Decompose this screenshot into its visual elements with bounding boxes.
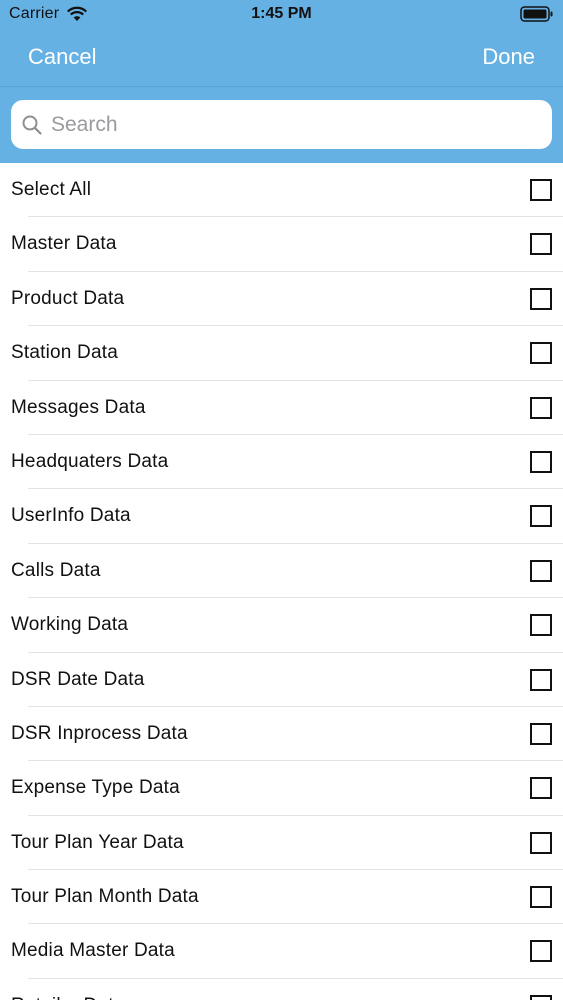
- header: Carrier 1:45 PM Cancel Done: [0, 0, 563, 163]
- status-time: 1:45 PM: [251, 5, 312, 22]
- list-item-label: UserInfo Data: [11, 505, 131, 527]
- checkbox[interactable]: [530, 505, 552, 528]
- search-icon: [22, 115, 42, 135]
- list-item-label: Retailer Data: [11, 995, 124, 1000]
- checkbox[interactable]: [530, 886, 552, 909]
- list-item[interactable]: Calls Data: [0, 544, 563, 599]
- search-bar[interactable]: [11, 100, 552, 149]
- checkbox[interactable]: [530, 940, 552, 963]
- checkbox[interactable]: [530, 722, 552, 745]
- list-item-label: Master Data: [11, 233, 117, 255]
- checkbox[interactable]: [530, 559, 552, 582]
- status-bar: Carrier 1:45 PM: [0, 0, 563, 30]
- checkbox[interactable]: [530, 396, 552, 419]
- list-item[interactable]: Expense Type Data: [0, 761, 563, 816]
- list-item[interactable]: Master Data: [0, 217, 563, 272]
- list-item-label: Media Master Data: [11, 940, 175, 962]
- list-item[interactable]: Retailer Data: [0, 979, 563, 1000]
- done-button[interactable]: Done: [482, 44, 535, 70]
- list-item-label: Messages Data: [11, 396, 146, 418]
- list-item-label: Calls Data: [11, 559, 101, 581]
- list-item[interactable]: Working Data: [0, 598, 563, 653]
- checkbox[interactable]: [530, 668, 552, 691]
- list-item[interactable]: Tour Plan Year Data: [0, 816, 563, 871]
- list-item-label: Working Data: [11, 614, 129, 636]
- list-item[interactable]: UserInfo Data: [0, 489, 563, 544]
- list-item-label: DSR Inprocess Data: [11, 722, 188, 744]
- list-item[interactable]: DSR Date Data: [0, 653, 563, 707]
- list-item[interactable]: Product Data: [0, 272, 563, 327]
- cancel-button[interactable]: Cancel: [28, 44, 96, 70]
- checkbox[interactable]: [530, 777, 552, 800]
- checkbox[interactable]: [530, 450, 552, 473]
- checkbox[interactable]: [530, 342, 552, 365]
- nav-divider: [0, 86, 563, 87]
- list-item[interactable]: Messages Data: [0, 381, 563, 435]
- list-item[interactable]: DSR Inprocess Data: [0, 707, 563, 762]
- nav-bar: Cancel Done: [0, 30, 563, 87]
- list-item[interactable]: Tour Plan Month Data: [0, 870, 563, 925]
- checkbox[interactable]: [530, 233, 552, 256]
- list-item-label: DSR Date Data: [11, 668, 145, 690]
- list-item-label: Headquaters Data: [11, 450, 169, 472]
- list-item-label: Select All: [11, 179, 92, 200]
- list-item-label: Product Data: [11, 287, 125, 309]
- checkbox[interactable]: [530, 614, 552, 637]
- list-item[interactable]: Media Master Data: [0, 924, 563, 979]
- checkbox[interactable]: [530, 831, 552, 854]
- list-item-label: Station Data: [11, 342, 118, 364]
- list-item-label: Expense Type Data: [11, 777, 180, 799]
- checkbox[interactable]: [530, 994, 552, 1000]
- list-item-label: Tour Plan Year Data: [11, 831, 184, 853]
- checkbox[interactable]: [530, 179, 552, 201]
- list-item[interactable]: Station Data: [0, 326, 563, 381]
- battery-icon: [520, 6, 553, 22]
- search-input[interactable]: [51, 107, 541, 142]
- data-selection-list: Select All Master Data Product Data Station…: [0, 163, 563, 1000]
- list-item[interactable]: Headquaters Data: [0, 435, 563, 490]
- list-item[interactable]: Select All: [0, 163, 563, 218]
- checkbox[interactable]: [530, 287, 552, 310]
- list-item-label: Tour Plan Month Data: [11, 886, 199, 908]
